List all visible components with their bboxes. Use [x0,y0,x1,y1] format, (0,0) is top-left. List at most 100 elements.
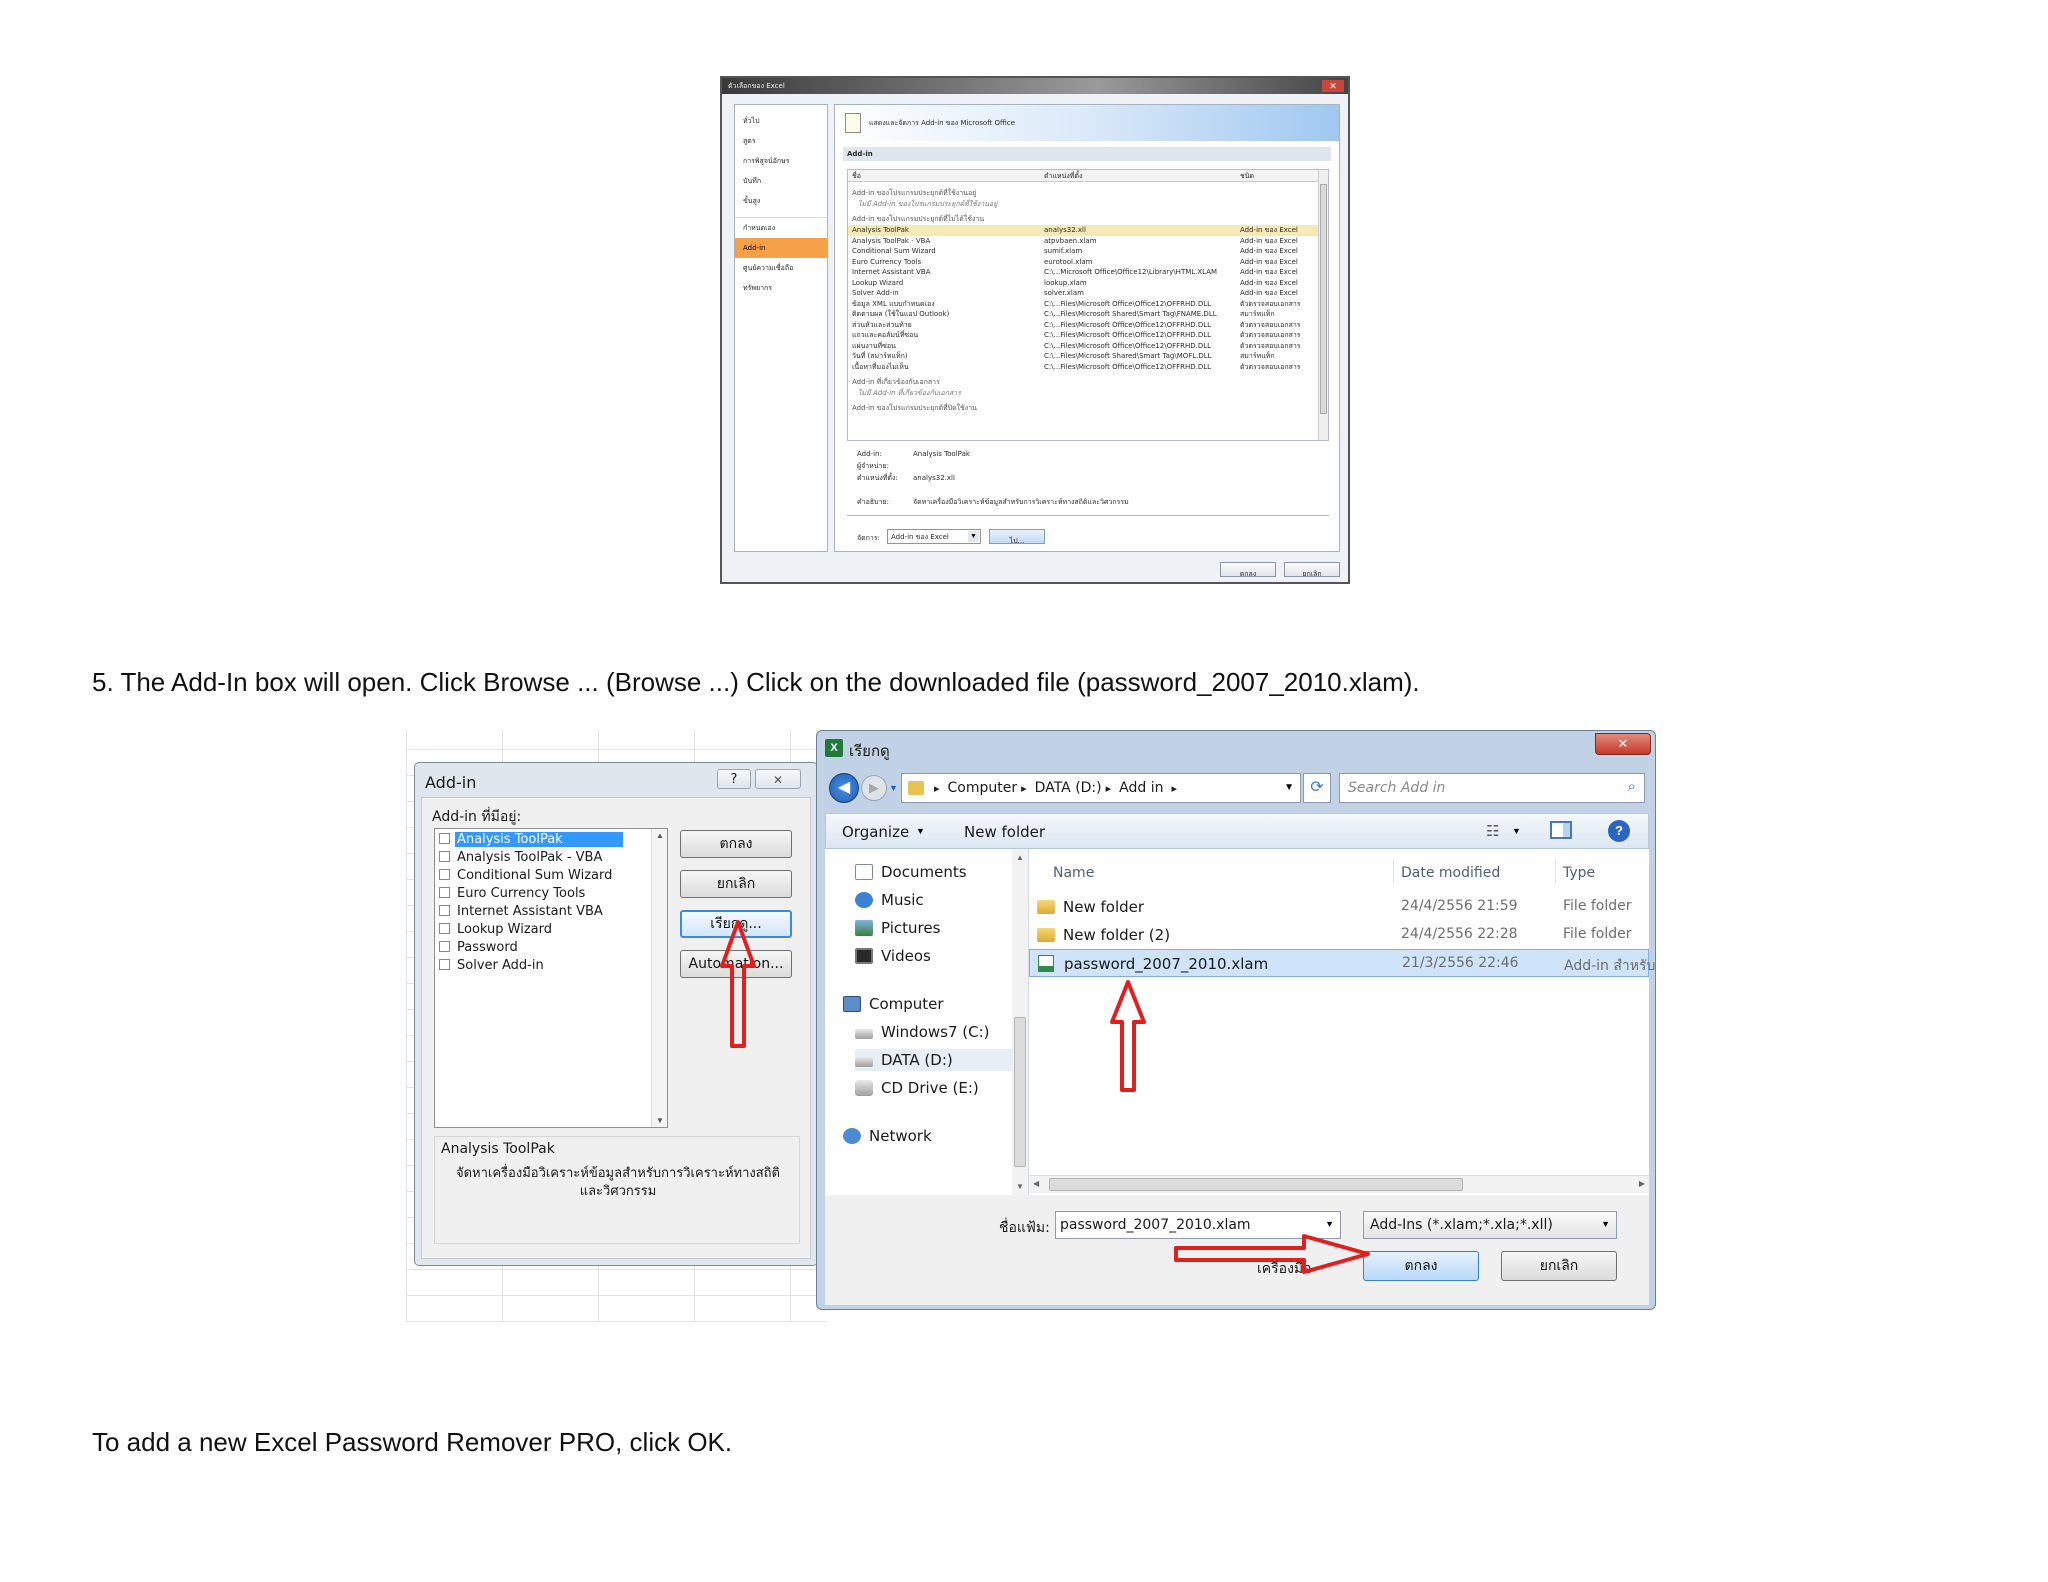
col-type[interactable]: Type [1563,865,1595,881]
search-box[interactable]: Search Add in ⌕ [1339,773,1645,803]
addin-list-item[interactable]: Password [439,939,665,957]
checkbox[interactable] [439,851,450,862]
file-row[interactable]: New folder 24/4/2556 21:59 File folder [1029,893,1649,921]
file-name: New folder (2) [1063,926,1171,944]
table-row[interactable]: Analysis ToolPak analys32.xll Add-in ของ E… [848,225,1318,236]
table-row[interactable]: Internet Assistant VBA C:\...Microsoft Of… [848,267,1318,278]
addin-list-item[interactable]: Conditional Sum Wizard [439,867,665,885]
folder-icon [908,781,924,795]
table-row[interactable]: Solver Add-in solver.xlam Add-in ของ Excel [848,288,1318,299]
excel-options-screenshot: ตัวเลือกของ Excel ✕ ทั่วไป สูตร การพิสูจน์… [720,76,1350,584]
table-row[interactable]: แผ่นงานที่ซ่อน C:\...Files\Microsoft Offi… [848,341,1318,352]
addin-list-item[interactable]: Solver Add-in [439,957,665,975]
new-folder-button[interactable]: New folder [964,823,1045,841]
options-cancel-button[interactable]: ยกเลิก [1284,562,1340,578]
search-icon[interactable]: ⌕ [1628,778,1636,795]
chevron-down-icon[interactable]: ▼ [1512,826,1521,836]
options-nav-item[interactable]: สูตร [735,131,827,151]
checkbox[interactable] [439,941,450,952]
view-options-icon[interactable]: ☷ [1486,822,1499,840]
nav-item[interactable]: Windows7 (C:) [855,1021,990,1043]
file-type-filter[interactable]: Add-Ins (*.xlam;*.xla;*.xll) ▼ [1363,1211,1617,1239]
close-icon[interactable]: ✕ [1322,80,1344,92]
help-icon[interactable]: ? [1608,820,1630,842]
checkbox[interactable] [439,923,450,934]
options-nav-item[interactable]: ศูนย์ความเชื่อถือ [735,258,827,278]
options-nav-item[interactable]: Add-in [735,238,827,258]
nav-item[interactable]: Documents [855,861,967,883]
options-nav-item[interactable]: ทั่วไป [735,111,827,131]
table-row[interactable]: ข้อมูล XML แบบกำหนดเอง C:\...Files\Micros… [848,299,1318,310]
nav-scrollbar[interactable]: ▲ ▼ [1012,849,1028,1195]
table-row[interactable]: Conditional Sum Wizard sumif.xlam Add-in ข… [848,246,1318,257]
checkbox[interactable] [439,833,450,844]
nav-item[interactable]: Music [855,889,924,911]
table-scrollbar[interactable] [1318,170,1328,440]
col-date-modified[interactable]: Date modified [1401,865,1500,881]
refresh-button[interactable]: ⟳ [1303,773,1331,803]
breadcrumb-item[interactable]: Add in [1119,780,1163,796]
list-scrollbar[interactable]: ▲ ▼ [651,829,667,1127]
file-row[interactable]: New folder (2) 24/4/2556 22:28 File folder [1029,921,1649,949]
options-nav-item[interactable]: ขั้นสูง [735,191,827,211]
addin-ok-button[interactable]: ตกลง [680,830,792,858]
table-row[interactable]: Analysis ToolPak - VBA atpvbaen.xlam Add-i… [848,236,1318,247]
options-nav-item[interactable]: ทรัพยากร [735,278,827,298]
options-nav-item[interactable]: บันทึก [735,171,827,191]
addin-cancel-button[interactable]: ยกเลิก [680,870,792,898]
addin-list-item[interactable]: Euro Currency Tools [439,885,665,903]
nav-item[interactable]: Pictures [855,917,940,939]
browse-close-button[interactable]: ✕ [1595,733,1651,755]
recent-pages-icon[interactable]: ▼ [889,783,898,793]
manage-select[interactable]: Add-in ของ Excel ▼ [887,529,981,544]
back-button[interactable]: ◀ [829,773,859,803]
breadcrumb-item[interactable]: Computer [948,780,1018,796]
nav-item[interactable]: Network [843,1125,932,1147]
addin-list-item[interactable]: Analysis ToolPak - VBA [439,849,665,867]
breadcrumb-item[interactable]: DATA (D:) [1035,780,1102,796]
address-bar[interactable]: ▸ Computer ▸ DATA (D:) ▸ Add in ▸ ▼ [901,773,1301,803]
table-row[interactable]: ติดตามผล (ใช้ในแอป Outlook) C:\...Files\M… [848,309,1318,320]
table-row[interactable]: Euro Currency Tools eurotool.xlam Add-in ข… [848,257,1318,268]
scroll-up-icon[interactable]: ▲ [656,831,664,840]
addin-type: Add-in ของ Excel [1240,289,1298,297]
checkbox[interactable] [439,887,450,898]
nav-item[interactable]: CD Drive (E:) [855,1077,979,1099]
go-button[interactable]: ไป... [989,529,1045,545]
help-button[interactable]: ? [717,769,751,789]
organize-menu[interactable]: Organize [842,823,909,841]
chevron-down-icon[interactable]: ▼ [1325,1219,1334,1229]
file-row[interactable]: password_2007_2010.xlam 21/3/2556 22:46 Ad… [1029,949,1655,977]
nav-item[interactable]: Computer [843,993,944,1015]
chevron-down-icon[interactable]: ▼ [1284,782,1294,793]
breadcrumb-separator-icon: ▸ [1105,782,1112,795]
addin-close-button[interactable]: ✕ [755,769,801,789]
preview-pane-icon[interactable] [1550,821,1572,839]
table-row[interactable]: Lookup Wizard lookup.xlam Add-in ของ Excel [848,278,1318,289]
checkbox[interactable] [439,959,450,970]
forward-button[interactable]: ▶ [861,775,887,801]
nav-item[interactable]: Videos [855,945,931,967]
table-row[interactable]: แถวและคอลัมน์ที่ซ่อน C:\...Files\Microsof… [848,330,1318,341]
col-name[interactable]: Name [1053,865,1094,881]
filename-value: password_2007_2010.xlam [1060,1217,1251,1233]
addin-list-item[interactable]: Lookup Wizard [439,921,665,939]
nav-item[interactable]: DATA (D:) [855,1049,1015,1071]
table-row[interactable]: เนื้อหาที่มองไม่เห็น C:\...Files\Microsof… [848,362,1318,373]
addin-listbox[interactable]: Analysis ToolPak Analysis ToolPak - VBA Co… [434,828,668,1128]
browse-cancel-button[interactable]: ยกเลิก [1501,1251,1617,1281]
addin-name: Internet Assistant VBA [852,268,931,276]
options-ok-button[interactable]: ตกลง [1220,562,1276,578]
addin-location: atpvbaen.xlam [1044,236,1097,245]
addin-list-item[interactable]: Internet Assistant VBA [439,903,665,921]
checkbox[interactable] [439,905,450,916]
hscrollbar[interactable]: ◀ ▶ [1029,1175,1649,1193]
addin-list-item[interactable]: Analysis ToolPak [439,831,665,849]
table-row[interactable]: วันที่ (สมาร์ทแท็ก) C:\...Files\Microsoft… [848,351,1318,362]
table-row[interactable]: ส่วนหัวและส่วนท้าย C:\...Files\Microsoft … [848,320,1318,331]
options-nav-item[interactable]: กำหนดเอง [735,217,827,238]
scroll-down-icon[interactable]: ▼ [656,1116,664,1125]
browse-ok-button[interactable]: ตกลง [1363,1251,1479,1281]
checkbox[interactable] [439,869,450,880]
options-nav-item[interactable]: การพิสูจน์อักษร [735,151,827,171]
